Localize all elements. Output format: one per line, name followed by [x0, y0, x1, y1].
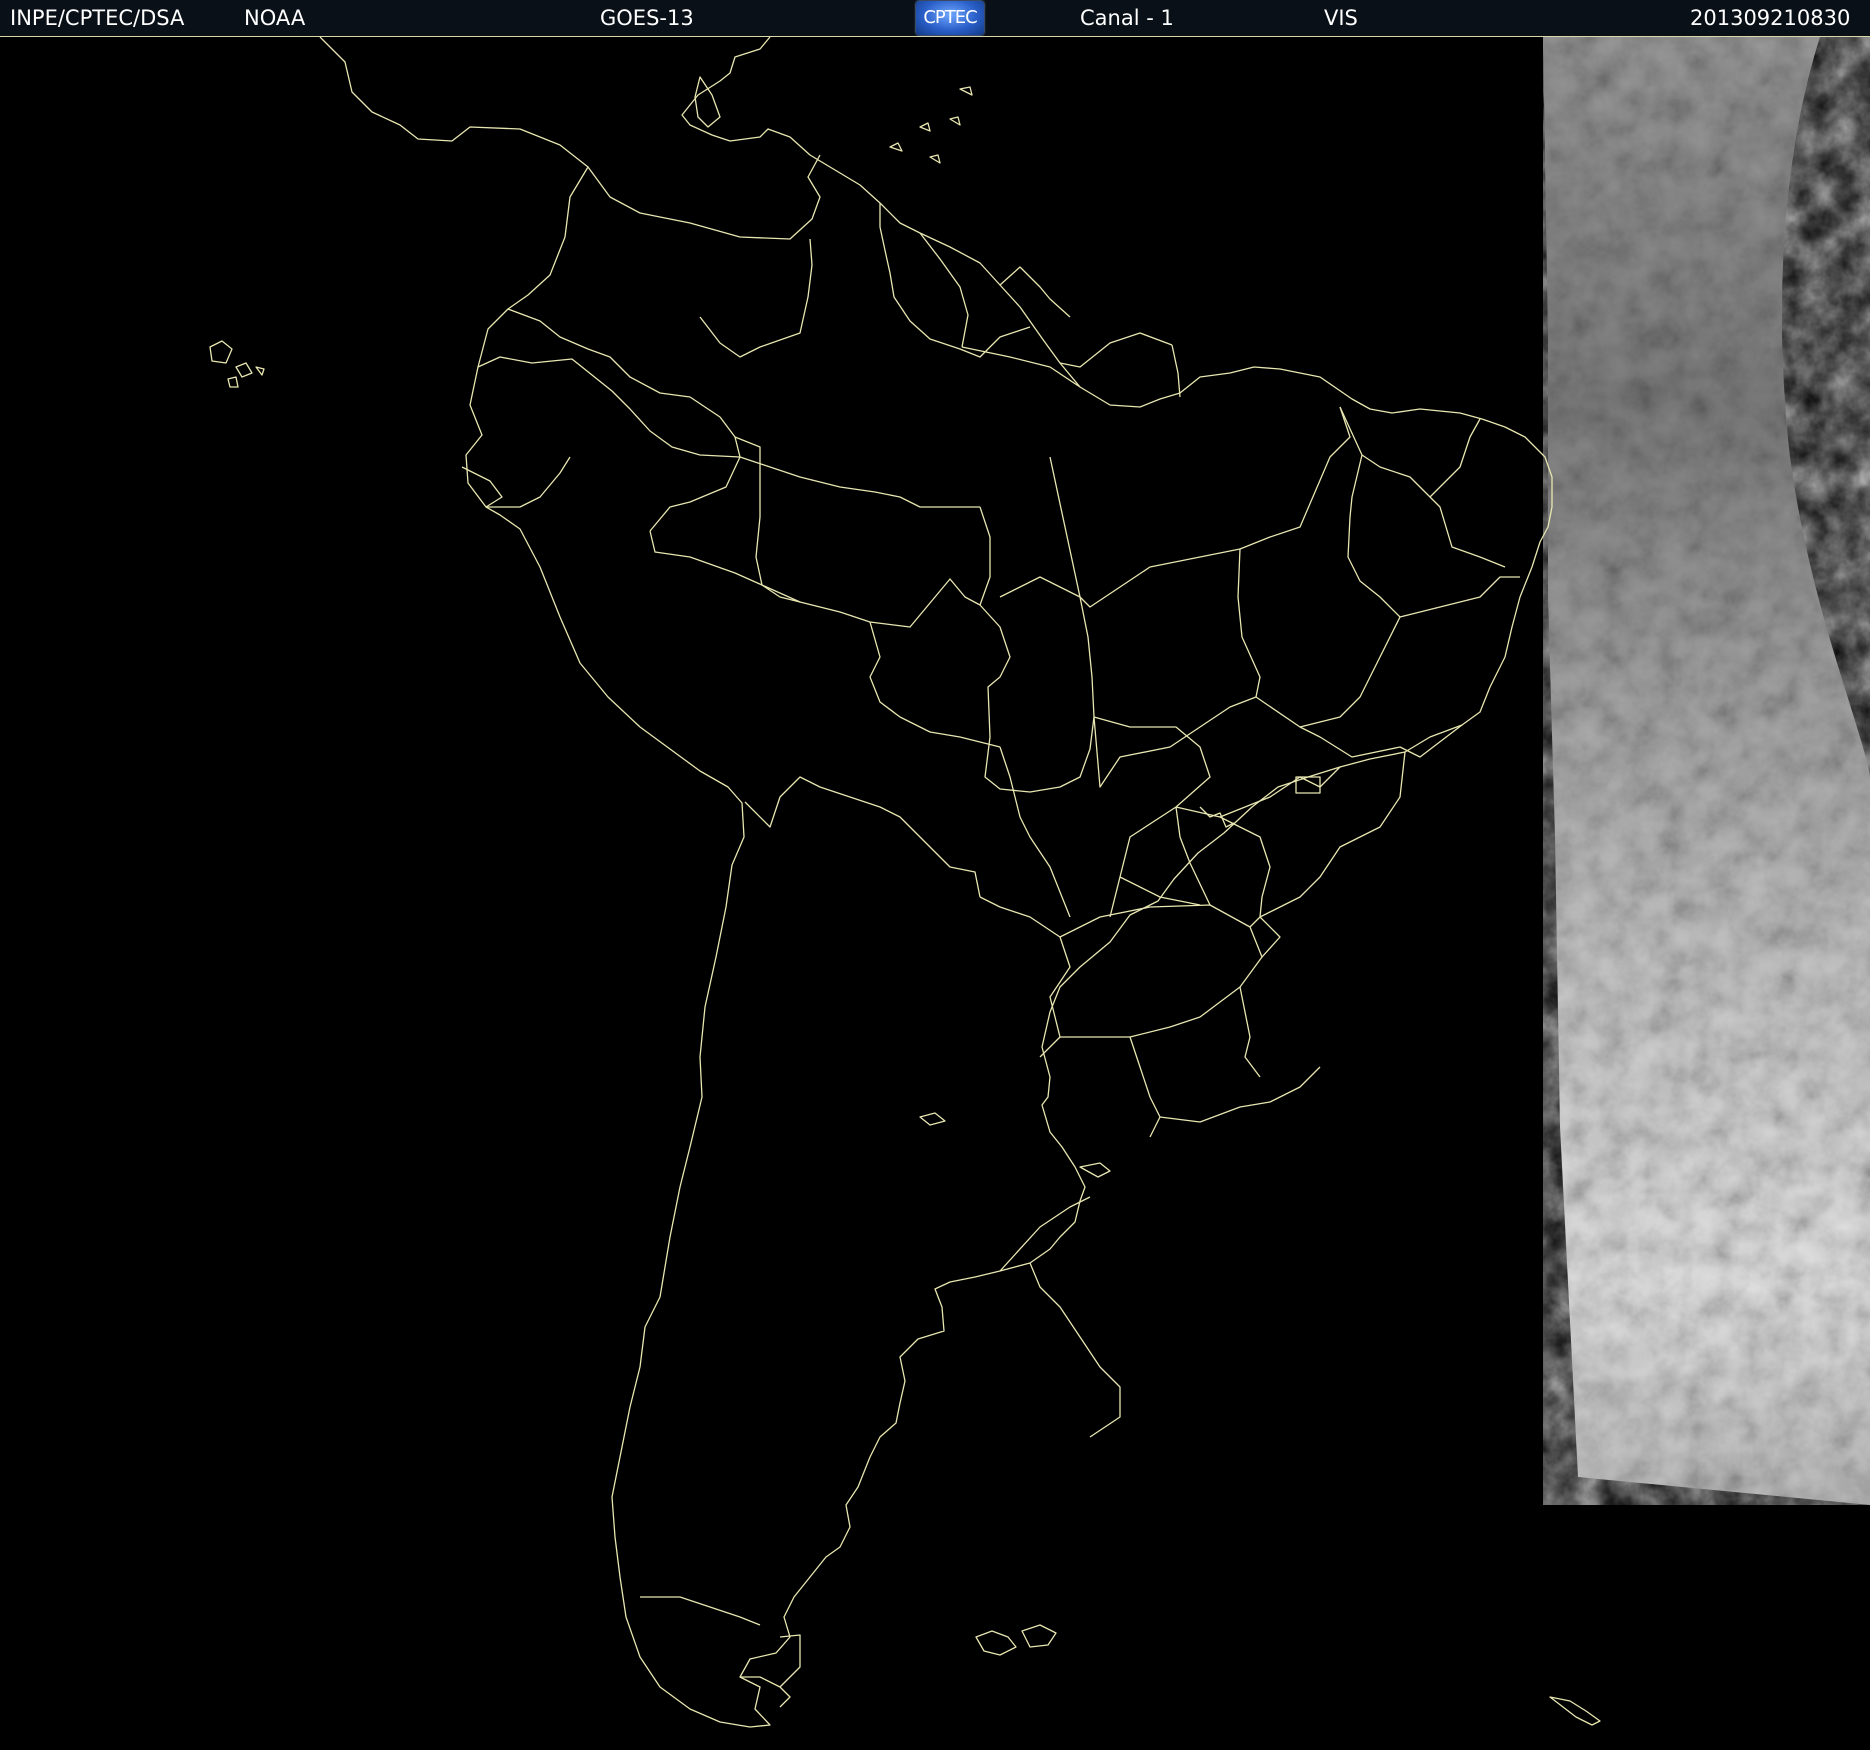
source-label: NOAA — [244, 6, 306, 30]
visible-swath — [1543, 37, 1870, 1505]
boundaries — [209, 37, 1601, 1728]
band-label: VIS — [1324, 6, 1358, 30]
map-svg — [209, 37, 1870, 1728]
image-header-bar: INPE/CPTEC/DSA NOAA GOES-13 CPTEC Canal … — [0, 0, 1870, 37]
timestamp-label: 201309210830 — [1690, 6, 1851, 30]
agency-label: INPE/CPTEC/DSA — [10, 6, 185, 30]
channel-label: Canal - 1 — [1080, 6, 1174, 30]
cptec-logo-text: CPTEC — [923, 7, 977, 28]
satellite-map — [0, 37, 1870, 1750]
satellite-label: GOES-13 — [600, 6, 694, 30]
coastline — [319, 37, 1553, 1728]
cptec-logo: CPTEC — [916, 1, 984, 35]
